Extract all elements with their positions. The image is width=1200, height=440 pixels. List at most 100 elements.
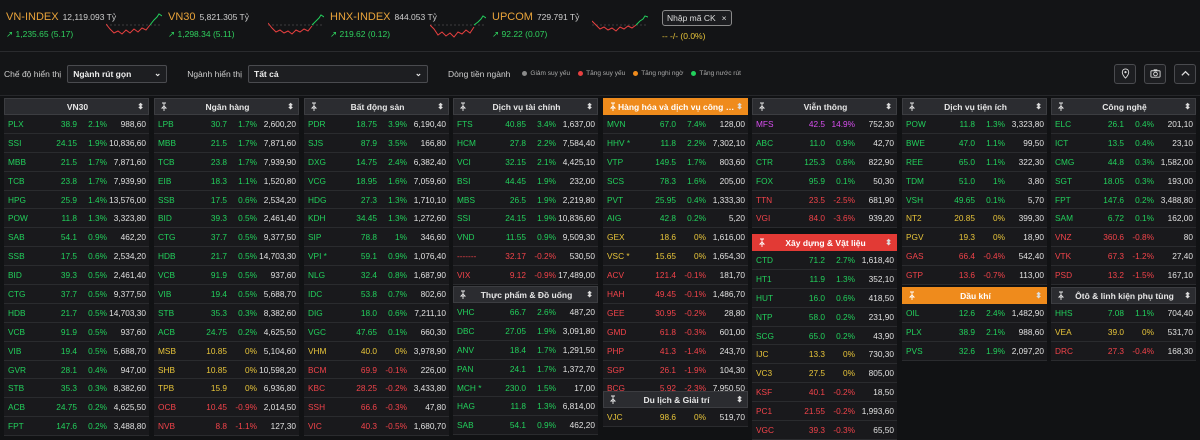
stock-symbol[interactable]: VCB xyxy=(8,327,46,337)
stock-symbol[interactable]: MBB xyxy=(158,138,196,148)
stock-symbol[interactable]: ANV xyxy=(457,345,495,355)
stock-row[interactable]: TCB 23.8 1.7% 7,939,90 xyxy=(4,171,149,191)
stock-row[interactable]: TTN 23.5 -2.5% 681,90 xyxy=(752,190,897,210)
stock-row[interactable]: POW 11.8 1.3% 3,323,80 xyxy=(902,115,1047,134)
stock-symbol[interactable]: PVS xyxy=(906,346,944,356)
stock-row[interactable]: BID 39.3 0.5% 2,461,40 xyxy=(4,266,149,286)
stock-symbol[interactable]: VND xyxy=(457,232,495,242)
stock-symbol[interactable]: SSI xyxy=(457,213,495,223)
stock-row[interactable]: KSF 40.1 -0.2% 18,50 xyxy=(752,383,897,403)
stock-symbol[interactable]: HHS xyxy=(1055,308,1093,318)
stock-symbol[interactable]: ELC xyxy=(1055,119,1093,129)
stock-row[interactable]: SAM 6.72 0.1% 162,00 xyxy=(1051,209,1196,229)
card-header[interactable]: Ôtô & linh kiện phụ tùng ⬍ xyxy=(1051,287,1196,304)
stock-row[interactable]: MSB 10.85 0% 5,104,60 xyxy=(154,341,299,361)
stock-symbol[interactable]: HT1 xyxy=(756,274,794,284)
stock-symbol[interactable]: MFS xyxy=(756,119,794,129)
stock-row[interactable]: SSB 17.5 0.6% 2,534,20 xyxy=(154,190,299,210)
stock-row[interactable]: HHS 7.08 1.1% 704,40 xyxy=(1051,304,1196,323)
stock-row[interactable]: NT2 20.85 0% 399,30 xyxy=(902,209,1047,229)
stock-row[interactable]: PLX 38.9 2.1% 988,60 xyxy=(902,322,1047,342)
stock-row[interactable]: SAB 54.1 0.9% 462,20 xyxy=(4,228,149,248)
stock-symbol[interactable]: PVT xyxy=(607,195,645,205)
stock-symbol[interactable]: IDC xyxy=(308,289,346,299)
sort-icon[interactable]: ⬍ xyxy=(884,102,892,111)
stock-symbol[interactable]: VJC xyxy=(607,412,645,422)
sort-icon[interactable]: ⬍ xyxy=(1034,291,1042,300)
stock-symbol[interactable]: TTN xyxy=(756,195,794,205)
stock-row[interactable]: BID 39.3 0.5% 2,461,40 xyxy=(154,209,299,229)
stock-row[interactable]: GVR 28.1 0.4% 947,00 xyxy=(4,360,149,380)
stock-symbol[interactable]: HPG xyxy=(8,195,46,205)
stock-row[interactable]: VIB 19.4 0.5% 5,688,70 xyxy=(154,285,299,304)
stock-row[interactable]: STB 35.3 0.3% 8,382,60 xyxy=(4,379,149,399)
stock-row[interactable]: LPB 30.7 1.7% 2,600,20 xyxy=(154,115,299,134)
stock-row[interactable]: SGT 18.05 0.3% 193,00 xyxy=(1051,171,1196,191)
stock-row[interactable]: PSD 13.2 -1.5% 167,10 xyxy=(1051,266,1196,286)
card-header[interactable]: Bất động sản ⬍ xyxy=(304,98,449,115)
stock-symbol[interactable]: OIL xyxy=(906,308,944,318)
stock-row[interactable]: CTG 37.7 0.5% 9,377,50 xyxy=(154,228,299,248)
stock-symbol[interactable]: VPI * xyxy=(308,251,346,261)
stock-row[interactable]: CTG 37.7 0.5% 9,377,50 xyxy=(4,285,149,304)
stock-symbol[interactable]: SGP xyxy=(607,365,645,375)
stock-symbol[interactable]: MCH * xyxy=(457,383,495,393)
stock-symbol[interactable]: VGI xyxy=(756,213,794,223)
stock-row[interactable]: OIL 12.6 2.4% 1,482,90 xyxy=(902,304,1047,323)
stock-row[interactable]: VNZ 360.6 -0.8% 80 xyxy=(1051,228,1196,248)
stock-symbol[interactable]: BID xyxy=(8,270,46,280)
stock-row[interactable]: BSI 44.45 1.9% 232,00 xyxy=(453,171,598,191)
stock-row[interactable]: CMG 44.8 0.3% 1,582,00 xyxy=(1051,152,1196,172)
stock-symbol[interactable]: SGT xyxy=(1055,176,1093,186)
pin-icon[interactable] xyxy=(1056,102,1066,112)
stock-symbol[interactable]: MSB xyxy=(158,346,196,356)
stock-symbol[interactable]: PSD xyxy=(1055,270,1093,280)
stock-row[interactable]: SIP 78.8 1% 346,60 xyxy=(304,228,449,248)
stock-row[interactable]: VND 11.55 0.9% 9,509,30 xyxy=(453,228,598,248)
stock-row[interactable]: VHC 66.7 2.6% 487,20 xyxy=(453,303,598,322)
stock-row[interactable]: SSB 17.5 0.6% 2,534,20 xyxy=(4,247,149,267)
stock-row[interactable]: VIX 9.12 -0.9% 17,489,00 xyxy=(453,266,598,286)
stock-row[interactable]: HDG 27.3 1.3% 1,710,10 xyxy=(304,190,449,210)
stock-symbol[interactable]: IJC xyxy=(756,349,794,359)
pin-icon[interactable] xyxy=(757,238,767,248)
stock-row[interactable]: DIG 18.0 0.6% 7,211,10 xyxy=(304,303,449,323)
stock-symbol[interactable]: TCB xyxy=(158,157,196,167)
stock-row[interactable]: MBB 21.5 1.7% 7,871,60 xyxy=(4,152,149,172)
stock-row[interactable]: VCB 91.9 0.5% 937,60 xyxy=(4,322,149,342)
stock-symbol[interactable]: POW xyxy=(8,213,46,223)
index-vn30[interactable]: VN30 5,821.305 Tỷ ↗ 1,298.34 (5.11) xyxy=(168,11,328,41)
close-icon[interactable]: × xyxy=(722,13,727,23)
stock-symbol[interactable]: VHM xyxy=(308,346,346,356)
stock-row[interactable]: VSC * 15.65 0% 1,654,30 xyxy=(603,247,748,267)
pin-icon[interactable] xyxy=(458,290,468,300)
stock-row[interactable]: KBC 28.25 -0.2% 3,433,80 xyxy=(304,379,449,399)
stock-row[interactable]: VHM 40.0 0% 3,978,90 xyxy=(304,341,449,361)
stock-row[interactable]: SAB 54.1 0.9% 462,20 xyxy=(453,416,598,436)
stock-row[interactable]: HAH 49.45 -0.1% 1,486,70 xyxy=(603,285,748,304)
pin-icon[interactable] xyxy=(757,102,767,112)
stock-row[interactable]: GAS 66.4 -0.4% 542,40 xyxy=(902,247,1047,267)
stock-row[interactable]: DBC 27.05 1.9% 3,091,80 xyxy=(453,321,598,341)
stock-symbol[interactable]: SSI xyxy=(8,138,46,148)
pin-icon[interactable] xyxy=(608,102,618,112)
stock-symbol[interactable]: STB xyxy=(8,383,46,393)
card-header[interactable]: Dịch vụ tài chính ⬍ xyxy=(453,98,598,115)
stock-symbol[interactable]: VHC xyxy=(457,307,495,317)
stock-symbol[interactable]: SCS xyxy=(607,176,645,186)
sort-icon[interactable]: ⬍ xyxy=(1183,291,1191,300)
stock-symbol[interactable]: BCM xyxy=(308,365,346,375)
stock-row[interactable]: TPB 15.9 0% 6,936,80 xyxy=(154,379,299,399)
stock-symbol[interactable]: GEE xyxy=(607,308,645,318)
stock-symbol[interactable]: PC1 xyxy=(756,406,794,416)
stock-row[interactable]: HCM 27.8 2.2% 7,584,40 xyxy=(453,133,598,153)
stock-symbol[interactable]: SHB xyxy=(158,365,196,375)
stock-row[interactable]: VEA 39.0 0% 531,70 xyxy=(1051,322,1196,342)
pin-icon[interactable] xyxy=(1056,291,1066,301)
stock-symbol[interactable]: FOX xyxy=(756,176,794,186)
stock-row[interactable]: FTS 40.85 3.4% 1,637,00 xyxy=(453,115,598,134)
stock-symbol[interactable]: ACV xyxy=(607,270,645,280)
pin-icon[interactable] xyxy=(458,102,468,112)
stock-row[interactable]: VPI * 59.1 0.9% 1,076,40 xyxy=(304,247,449,267)
stock-row[interactable]: NVB 8.8 -1.1% 127,30 xyxy=(154,417,299,437)
